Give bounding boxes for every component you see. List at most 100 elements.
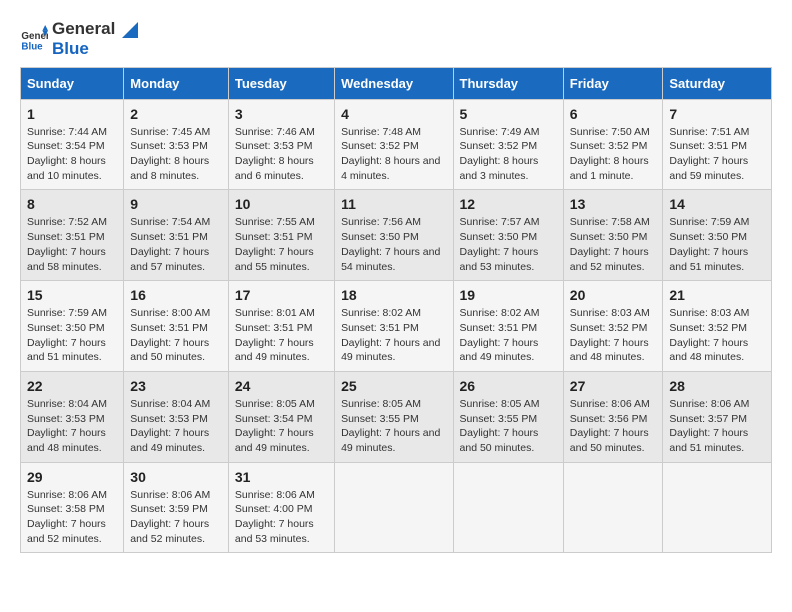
- calendar-week-row: 15 Sunrise: 7:59 AMSunset: 3:50 PMDaylig…: [21, 281, 772, 372]
- day-number: 1: [27, 106, 117, 122]
- day-number: 4: [341, 106, 446, 122]
- day-number: 31: [235, 469, 328, 485]
- day-number: 26: [460, 378, 557, 394]
- calendar-cell: 18 Sunrise: 8:02 AMSunset: 3:51 PMDaylig…: [335, 281, 453, 372]
- day-number: 6: [570, 106, 657, 122]
- calendar-week-row: 29 Sunrise: 8:06 AMSunset: 3:58 PMDaylig…: [21, 462, 772, 553]
- day-detail: Sunrise: 8:06 AMSunset: 3:58 PMDaylight:…: [27, 489, 107, 545]
- day-detail: Sunrise: 7:48 AMSunset: 3:52 PMDaylight:…: [341, 126, 440, 182]
- day-detail: Sunrise: 7:58 AMSunset: 3:50 PMDaylight:…: [570, 216, 650, 272]
- calendar-cell: 3 Sunrise: 7:46 AMSunset: 3:53 PMDayligh…: [228, 99, 334, 190]
- calendar-cell: 26 Sunrise: 8:05 AMSunset: 3:55 PMDaylig…: [453, 371, 563, 462]
- logo: General Blue General Blue: [20, 20, 138, 59]
- day-detail: Sunrise: 7:50 AMSunset: 3:52 PMDaylight:…: [570, 126, 650, 182]
- calendar-cell: 19 Sunrise: 8:02 AMSunset: 3:51 PMDaylig…: [453, 281, 563, 372]
- day-detail: Sunrise: 8:04 AMSunset: 3:53 PMDaylight:…: [130, 398, 210, 454]
- day-number: 19: [460, 287, 557, 303]
- day-number: 3: [235, 106, 328, 122]
- calendar-cell: 15 Sunrise: 7:59 AMSunset: 3:50 PMDaylig…: [21, 281, 124, 372]
- calendar-week-row: 22 Sunrise: 8:04 AMSunset: 3:53 PMDaylig…: [21, 371, 772, 462]
- day-detail: Sunrise: 7:52 AMSunset: 3:51 PMDaylight:…: [27, 216, 107, 272]
- calendar-cell: 30 Sunrise: 8:06 AMSunset: 3:59 PMDaylig…: [124, 462, 229, 553]
- header-wednesday: Wednesday: [335, 67, 453, 99]
- day-detail: Sunrise: 8:06 AMSunset: 3:56 PMDaylight:…: [570, 398, 650, 454]
- day-detail: Sunrise: 7:56 AMSunset: 3:50 PMDaylight:…: [341, 216, 440, 272]
- calendar-cell: 11 Sunrise: 7:56 AMSunset: 3:50 PMDaylig…: [335, 190, 453, 281]
- day-detail: Sunrise: 8:06 AMSunset: 3:57 PMDaylight:…: [669, 398, 749, 454]
- logo-general-text: General: [52, 19, 115, 38]
- day-detail: Sunrise: 7:59 AMSunset: 3:50 PMDaylight:…: [669, 216, 749, 272]
- header-thursday: Thursday: [453, 67, 563, 99]
- logo-blue-text: Blue: [52, 39, 89, 58]
- header-saturday: Saturday: [663, 67, 772, 99]
- day-detail: Sunrise: 7:51 AMSunset: 3:51 PMDaylight:…: [669, 126, 749, 182]
- weekday-header-row: Sunday Monday Tuesday Wednesday Thursday…: [21, 67, 772, 99]
- day-detail: Sunrise: 7:57 AMSunset: 3:50 PMDaylight:…: [460, 216, 540, 272]
- day-detail: Sunrise: 8:03 AMSunset: 3:52 PMDaylight:…: [669, 307, 749, 363]
- calendar-cell: 14 Sunrise: 7:59 AMSunset: 3:50 PMDaylig…: [663, 190, 772, 281]
- calendar-cell: 9 Sunrise: 7:54 AMSunset: 3:51 PMDayligh…: [124, 190, 229, 281]
- day-number: 24: [235, 378, 328, 394]
- calendar-week-row: 8 Sunrise: 7:52 AMSunset: 3:51 PMDayligh…: [21, 190, 772, 281]
- day-number: 25: [341, 378, 446, 394]
- calendar-cell: [453, 462, 563, 553]
- day-number: 13: [570, 196, 657, 212]
- calendar-cell: 31 Sunrise: 8:06 AMSunset: 4:00 PMDaylig…: [228, 462, 334, 553]
- calendar-cell: 4 Sunrise: 7:48 AMSunset: 3:52 PMDayligh…: [335, 99, 453, 190]
- day-detail: Sunrise: 8:04 AMSunset: 3:53 PMDaylight:…: [27, 398, 107, 454]
- calendar-cell: 5 Sunrise: 7:49 AMSunset: 3:52 PMDayligh…: [453, 99, 563, 190]
- day-detail: Sunrise: 7:49 AMSunset: 3:52 PMDaylight:…: [460, 126, 540, 182]
- calendar-cell: 7 Sunrise: 7:51 AMSunset: 3:51 PMDayligh…: [663, 99, 772, 190]
- day-number: 10: [235, 196, 328, 212]
- day-number: 11: [341, 196, 446, 212]
- day-detail: Sunrise: 8:02 AMSunset: 3:51 PMDaylight:…: [341, 307, 440, 363]
- calendar-cell: [563, 462, 663, 553]
- day-detail: Sunrise: 8:05 AMSunset: 3:55 PMDaylight:…: [341, 398, 440, 454]
- day-number: 12: [460, 196, 557, 212]
- day-number: 23: [130, 378, 222, 394]
- calendar-cell: 25 Sunrise: 8:05 AMSunset: 3:55 PMDaylig…: [335, 371, 453, 462]
- calendar-cell: 1 Sunrise: 7:44 AMSunset: 3:54 PMDayligh…: [21, 99, 124, 190]
- day-detail: Sunrise: 7:54 AMSunset: 3:51 PMDaylight:…: [130, 216, 210, 272]
- calendar-cell: 21 Sunrise: 8:03 AMSunset: 3:52 PMDaylig…: [663, 281, 772, 372]
- day-number: 8: [27, 196, 117, 212]
- calendar-cell: 27 Sunrise: 8:06 AMSunset: 3:56 PMDaylig…: [563, 371, 663, 462]
- calendar-cell: 22 Sunrise: 8:04 AMSunset: 3:53 PMDaylig…: [21, 371, 124, 462]
- header-monday: Monday: [124, 67, 229, 99]
- day-number: 20: [570, 287, 657, 303]
- day-number: 17: [235, 287, 328, 303]
- day-detail: Sunrise: 8:06 AMSunset: 3:59 PMDaylight:…: [130, 489, 210, 545]
- calendar-cell: [663, 462, 772, 553]
- calendar-table: Sunday Monday Tuesday Wednesday Thursday…: [20, 67, 772, 554]
- calendar-cell: 8 Sunrise: 7:52 AMSunset: 3:51 PMDayligh…: [21, 190, 124, 281]
- logo-icon: General Blue: [20, 25, 48, 53]
- day-number: 2: [130, 106, 222, 122]
- calendar-cell: 17 Sunrise: 8:01 AMSunset: 3:51 PMDaylig…: [228, 281, 334, 372]
- day-number: 22: [27, 378, 117, 394]
- calendar-cell: 10 Sunrise: 7:55 AMSunset: 3:51 PMDaylig…: [228, 190, 334, 281]
- day-number: 9: [130, 196, 222, 212]
- day-number: 16: [130, 287, 222, 303]
- day-number: 29: [27, 469, 117, 485]
- day-number: 5: [460, 106, 557, 122]
- calendar-body: 1 Sunrise: 7:44 AMSunset: 3:54 PMDayligh…: [21, 99, 772, 553]
- day-number: 7: [669, 106, 765, 122]
- calendar-cell: 12 Sunrise: 7:57 AMSunset: 3:50 PMDaylig…: [453, 190, 563, 281]
- day-number: 21: [669, 287, 765, 303]
- day-detail: Sunrise: 8:05 AMSunset: 3:55 PMDaylight:…: [460, 398, 540, 454]
- calendar-cell: 28 Sunrise: 8:06 AMSunset: 3:57 PMDaylig…: [663, 371, 772, 462]
- calendar-cell: 23 Sunrise: 8:04 AMSunset: 3:53 PMDaylig…: [124, 371, 229, 462]
- calendar-week-row: 1 Sunrise: 7:44 AMSunset: 3:54 PMDayligh…: [21, 99, 772, 190]
- calendar-cell: 29 Sunrise: 8:06 AMSunset: 3:58 PMDaylig…: [21, 462, 124, 553]
- day-detail: Sunrise: 7:46 AMSunset: 3:53 PMDaylight:…: [235, 126, 315, 182]
- calendar-header: Sunday Monday Tuesday Wednesday Thursday…: [21, 67, 772, 99]
- page-header: General Blue General Blue: [20, 20, 772, 59]
- day-number: 14: [669, 196, 765, 212]
- header-tuesday: Tuesday: [228, 67, 334, 99]
- calendar-cell: 2 Sunrise: 7:45 AMSunset: 3:53 PMDayligh…: [124, 99, 229, 190]
- day-number: 27: [570, 378, 657, 394]
- calendar-cell: 16 Sunrise: 8:00 AMSunset: 3:51 PMDaylig…: [124, 281, 229, 372]
- day-detail: Sunrise: 7:59 AMSunset: 3:50 PMDaylight:…: [27, 307, 107, 363]
- day-number: 15: [27, 287, 117, 303]
- day-number: 28: [669, 378, 765, 394]
